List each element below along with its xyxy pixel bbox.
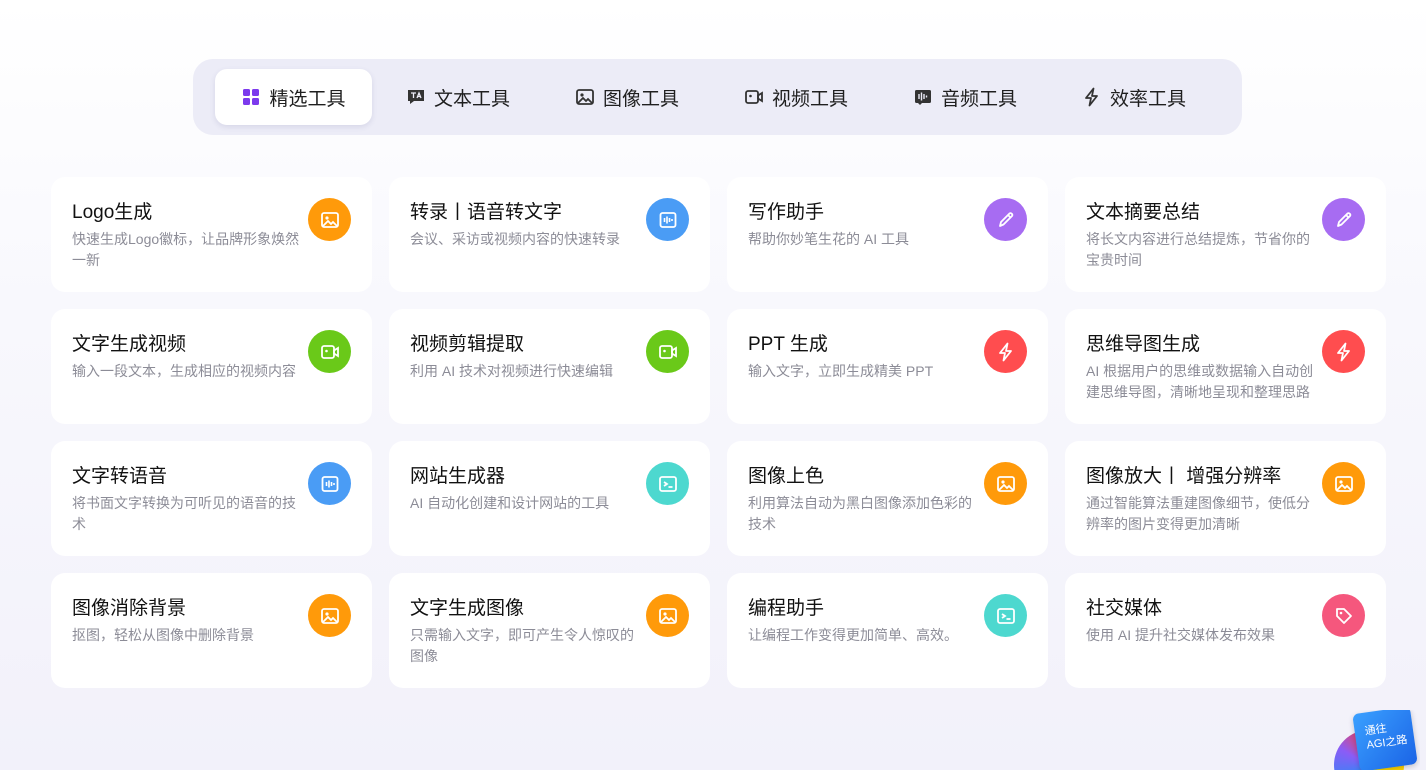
tool-card-grid: Logo生成 快速生成Logo徽标，让品牌形象焕然一新 转录丨语音转文字 会议、采访或… (51, 177, 1386, 688)
tab-label: 图像工具 (602, 88, 679, 110)
lightning-icon (1082, 87, 1102, 107)
tool-card-title: 文字生成图像 (410, 598, 525, 619)
tool-card-description: 会议、采访或视频内容的快速转录 (410, 231, 620, 247)
pencil-icon (1322, 198, 1365, 241)
tool-card-description: 通过智能算法重建图像细节，使低分辨率的图片变得更加清晰 (1086, 495, 1310, 532)
tool-card-title: 写作助手 (748, 202, 825, 223)
tool-card-title: 转录丨语音转文字 (410, 202, 563, 223)
tab-4[interactable]: 音频工具 (882, 69, 1048, 125)
tool-card-description: 利用 AI 技术对视频进行快速编辑 (410, 363, 614, 379)
audio-wave-icon (646, 198, 689, 241)
audio-wave-icon (308, 462, 351, 505)
tab-0[interactable]: 精选工具 (215, 69, 372, 125)
tool-card-description: 帮助你妙笔生花的 AI 工具 (748, 231, 910, 247)
tool-card[interactable]: Logo生成快速生成Logo徽标，让品牌形象焕然一新 (51, 177, 372, 292)
tool-card-title: 图像上色 (748, 466, 825, 487)
tool-card-title: 文字转语音 (72, 466, 168, 487)
image-icon (1322, 462, 1365, 505)
tool-card-description: 只需输入文字，即可产生令人惊叹的图像 (410, 627, 634, 664)
tool-card-title: 思维导图生成 (1086, 334, 1201, 355)
tab-2[interactable]: 图像工具 (544, 69, 710, 125)
tool-card[interactable]: 视频剪辑提取利用 AI 技术对视频进行快速编辑 (389, 309, 710, 424)
video-icon (308, 330, 351, 373)
tool-card[interactable]: 文字转语音将书面文字转换为可听见的语音的技术 (51, 441, 372, 556)
terminal-icon (646, 462, 689, 505)
tab-label: 效率工具 (1109, 88, 1186, 110)
agi-badge[interactable]: 通往 AGI之路 (1334, 710, 1420, 770)
lightning-icon (984, 330, 1027, 373)
tag-icon (1322, 594, 1365, 637)
tool-card[interactable]: 思维导图生成 AI 根据用户的思维或数据输入自动创建思维导图，清晰地呈现和整理思路 (1065, 309, 1386, 424)
tab-1[interactable]: 文本工具 (375, 69, 541, 125)
text-icon (406, 87, 426, 107)
tool-card-description: 将长文内容进行总结提炼，节省你的宝贵时间 (1086, 231, 1310, 268)
tool-card-description: 快速生成Logo徽标，让品牌形象焕然一新 (72, 231, 300, 268)
image-icon (646, 594, 689, 637)
tool-card-title: 图像消除背景 (72, 598, 187, 619)
tab-label: 视频工具 (771, 88, 848, 110)
tool-card[interactable]: 社交媒体使用 AI 提升社交媒体发布效果 (1065, 573, 1386, 688)
tool-card[interactable]: 文本摘要总结将长文内容进行总结提炼，节省你的宝贵时间 (1065, 177, 1386, 292)
tool-card-description: AI 自动化创建和设计网站的工具 (410, 495, 610, 511)
tool-category-tabs: 精选工具 文本工具 图像工具 视频工具 音频工具 效率工具 (193, 59, 1242, 135)
tool-card-description: 利用算法自动为黑白图像添加色彩的技术 (748, 495, 972, 532)
audio-icon (913, 87, 933, 107)
tool-card-title: 文本摘要总结 (1086, 202, 1201, 223)
video-icon (744, 87, 764, 107)
agi-book-icon: 通往 AGI之路 (1352, 710, 1418, 770)
tool-card-title: 社交媒体 (1086, 598, 1163, 619)
tool-card[interactable]: 图像上色利用算法自动为黑白图像添加色彩的技术 (727, 441, 1048, 556)
tool-card-title: 编程助手 (748, 598, 825, 619)
tool-card[interactable]: 图像放大丨 增强分辨率通过智能算法重建图像细节，使低分辨率的图片变得更加清晰 (1065, 441, 1386, 556)
tool-card-description: 抠图，轻松从图像中删除背景 (72, 627, 254, 643)
tool-card[interactable]: PPT 生成输入文字，立即生成精美 PPT (727, 309, 1048, 424)
tool-card-title: PPT 生成 (748, 334, 828, 355)
video-icon (646, 330, 689, 373)
tool-card[interactable]: 图像消除背景抠图，轻松从图像中删除背景 (51, 573, 372, 688)
tool-card-description: AI 根据用户的思维或数据输入自动创建思维导图，清晰地呈现和整理思路 (1086, 363, 1314, 400)
tab-label: 精选工具 (269, 88, 346, 110)
pencil-icon (984, 198, 1027, 241)
image-icon (308, 198, 351, 241)
tool-card-title: 视频剪辑提取 (410, 334, 525, 355)
tab-label: 音频工具 (940, 88, 1017, 110)
lightning-icon (1322, 330, 1365, 373)
tab-3[interactable]: 视频工具 (713, 69, 879, 125)
tool-card-description: 使用 AI 提升社交媒体发布效果 (1086, 627, 1276, 643)
terminal-icon (984, 594, 1027, 637)
tool-card-title: 网站生成器 (410, 466, 506, 487)
tool-card[interactable]: 文字生成图像只需输入文字，即可产生令人惊叹的图像 (389, 573, 710, 688)
tool-card-description: 让编程工作变得更加简单、高效。 (748, 627, 958, 643)
tool-card[interactable]: 文字生成视频输入一段文本，生成相应的视频内容 (51, 309, 372, 424)
image-icon (984, 462, 1027, 505)
tool-card[interactable]: 转录丨语音转文字会议、采访或视频内容的快速转录 (389, 177, 710, 292)
grid-icon (241, 87, 261, 107)
tool-card[interactable]: 写作助手帮助你妙笔生花的 AI 工具 (727, 177, 1048, 292)
tab-5[interactable]: 效率工具 (1051, 69, 1217, 125)
tab-label: 文本工具 (433, 88, 510, 110)
tool-card[interactable]: 编程助手让编程工作变得更加简单、高效。 (727, 573, 1048, 688)
tool-card-description: 将书面文字转换为可听见的语音的技术 (72, 495, 296, 532)
image-icon (308, 594, 351, 637)
tool-card-description: 输入一段文本，生成相应的视频内容 (72, 363, 296, 379)
tool-card-description: 输入文字，立即生成精美 PPT (748, 363, 934, 379)
tool-card-title: Logo生成 (72, 202, 153, 223)
tool-card-title: 文字生成视频 (72, 334, 187, 355)
tool-card[interactable]: 网站生成器 AI 自动化创建和设计网站的工具 (389, 441, 710, 556)
tool-card-title: 图像放大丨 增强分辨率 (1086, 466, 1282, 487)
image-icon (575, 87, 595, 107)
